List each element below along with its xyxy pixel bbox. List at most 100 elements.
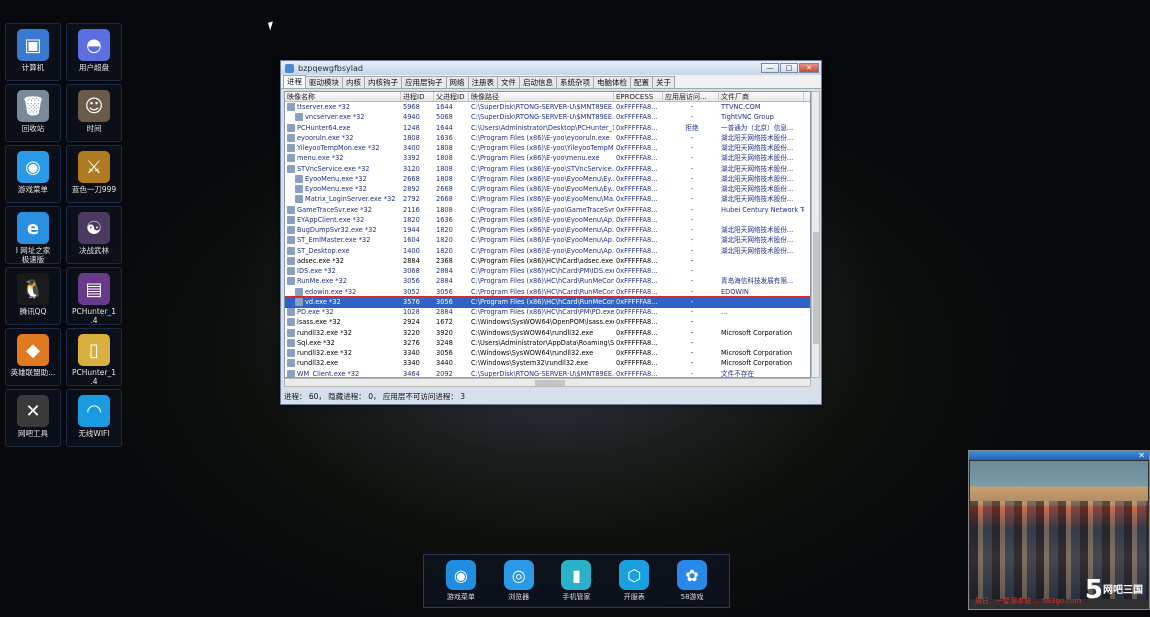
- table-row[interactable]: Sql.exe *32 3276 3248 C:\Users\Administrato…: [285, 338, 810, 348]
- table-row[interactable]: EyooMenu.exe *32 2668 1808 C:\Program Files…: [285, 174, 810, 184]
- table-cell: 0xFFFFFA8...: [616, 246, 658, 255]
- table-cell: 拒绝: [685, 123, 699, 132]
- tab-4[interactable]: 应用层钩子: [401, 76, 447, 88]
- table-row[interactable]: GameTraceSvr.exe *32 2116 1808 C:\Program F…: [285, 205, 810, 215]
- desktop-icon[interactable]: 🐧 腾讯QQ: [5, 267, 61, 325]
- table-row[interactable]: eyooruln.exe *32 1808 1636 C:\Program Files…: [285, 133, 810, 143]
- horizontal-scrollbar[interactable]: [284, 378, 811, 387]
- desktop-icon[interactable]: ▯ PCHunter_1 .4: [66, 328, 122, 386]
- table-row[interactable]: edowin.exe *32 3052 3056 C:\Program Files (…: [285, 287, 810, 297]
- table-row[interactable]: lsass.exe *32 2924 1672 C:\Windows\SysWOW64…: [285, 317, 810, 327]
- table-cell: -: [690, 349, 694, 358]
- process-name: rundll32.exe *32: [297, 328, 352, 337]
- desktop-icon[interactable]: ▣ 计算机: [5, 23, 61, 81]
- desktop-icon[interactable]: ◆ 英雄联盟助...: [5, 328, 61, 386]
- table-row[interactable]: STVncService.exe *32 3120 1808 C:\Program F…: [285, 164, 810, 174]
- table-row[interactable]: vd.exe *32 3576 3056 C:\Program Files (x86)…: [285, 295, 810, 309]
- process-icon: [287, 308, 295, 317]
- process-name: RunMe.exe *32: [297, 277, 347, 286]
- desktop-icon[interactable]: ▤ PCHunter_1 .4: [66, 267, 122, 325]
- desktop-icon[interactable]: ◉ 游戏菜单: [5, 145, 61, 203]
- process-name-cell: EyooMenu.exe *32: [285, 174, 401, 184]
- video-caption: 周日：一星源本站 ... 583go.com: [975, 597, 1082, 605]
- desktop-icon[interactable]: ◓ 用户超盘: [66, 23, 122, 81]
- logo-text: 网吧三国: [1103, 585, 1143, 596]
- table-cell: 0xFFFFFA8...: [616, 205, 658, 214]
- scroll-thumb[interactable]: [535, 380, 565, 386]
- close-button[interactable]: ✕: [799, 63, 819, 73]
- maximize-button[interactable]: □: [780, 63, 798, 73]
- scroll-thumb[interactable]: [813, 232, 819, 344]
- table-row[interactable]: Matrix_LoginServer.exe *32 2792 2668 C:\Pro…: [285, 194, 810, 204]
- minimize-button[interactable]: —: [761, 63, 779, 73]
- desktop-icon[interactable]: 🗑 回收站: [5, 84, 61, 142]
- dock-item[interactable]: ◉ 游戏菜单: [438, 560, 484, 602]
- desktop-icon[interactable]: ✕ 网吧工具: [5, 389, 61, 447]
- desktop-icon[interactable]: ◠ 无线WIFI: [66, 389, 122, 447]
- table-cell: 湖北阳天网络技术股份...: [721, 144, 794, 153]
- tab-2[interactable]: 内核: [342, 76, 365, 88]
- tab-11[interactable]: 配置: [630, 76, 653, 88]
- table-cell: 5968: [403, 103, 420, 112]
- column-header[interactable]: EPROCESS: [614, 92, 663, 101]
- tab-6[interactable]: 注册表: [467, 76, 498, 88]
- process-name-cell: vd.exe *32: [285, 297, 401, 307]
- table-cell: C:\Program Files (x86)\HC\hCard\PM\PD.ex…: [471, 308, 614, 317]
- table-row[interactable]: EyooMenu.exe *32 2892 2668 C:\Program Files…: [285, 184, 810, 194]
- dock-item[interactable]: ✿ 58游戏: [669, 560, 715, 602]
- video-titlebar[interactable]: ✕: [969, 451, 1149, 460]
- table-cell: 0xFFFFFA8...: [616, 287, 658, 296]
- table-row[interactable]: ST_Desktop.exe 1400 1820 C:\Program Files (…: [285, 246, 810, 256]
- winrar-icon: ▤: [78, 273, 110, 305]
- tab-0[interactable]: 进程: [283, 75, 306, 88]
- process-name: Sql.exe *32: [297, 338, 335, 347]
- video-close-button[interactable]: ✕: [1138, 451, 1145, 460]
- column-header[interactable]: 映像路径: [469, 92, 614, 101]
- window-titlebar[interactable]: bzpqewgfbsylad — □ ✕: [281, 61, 821, 75]
- process-icon: [295, 174, 303, 183]
- process-name: edowin.exe *32: [305, 287, 357, 296]
- table-cell: 3220: [403, 328, 420, 337]
- table-row[interactable]: adsec.exe *32 2884 2368 C:\Program Files (x…: [285, 256, 810, 266]
- tab-12[interactable]: 关于: [652, 76, 675, 88]
- table-row[interactable]: EYAppClient.exe *32 1820 1636 C:\Program Fi…: [285, 215, 810, 225]
- tab-9[interactable]: 系统杂项: [556, 76, 594, 88]
- desktop-icon[interactable]: ☺ 时间: [66, 84, 122, 142]
- table-row[interactable]: rundll32.exe 3340 3440 C:\Windows\System32\…: [285, 358, 810, 368]
- table-row[interactable]: ST_EmlMaster.exe *32 1604 1820 C:\Program F…: [285, 235, 810, 245]
- table-row[interactable]: WM_Client.exe *32 3464 2092 C:\SuperDisk\RT…: [285, 369, 810, 377]
- table-row[interactable]: IDS.exe *32 3068 2884 C:\Program Files (x86…: [285, 266, 810, 276]
- table-row[interactable]: menu.exe *32 3392 1808 C:\Program Files (x8…: [285, 153, 810, 163]
- table-cell: 2884: [436, 277, 453, 286]
- column-header[interactable]: 文件厂商: [719, 92, 804, 101]
- tab-1[interactable]: 驱动模块: [305, 76, 343, 88]
- desktop-icon[interactable]: e I 网址之家 极速版: [5, 206, 61, 264]
- table-cell: 0xFFFFFA8...: [616, 338, 658, 347]
- table-row[interactable]: ttserver.exe *32 5968 1644 C:\SuperDisk\RTO…: [285, 102, 810, 112]
- table-row[interactable]: YileyooTempMon.exe *32 3400 1808 C:\Program…: [285, 143, 810, 153]
- column-header[interactable]: 映像名称: [285, 92, 401, 101]
- dock-item[interactable]: ⬡ 开服表: [611, 560, 657, 602]
- table-cell: 2368: [436, 256, 453, 265]
- desktop-icon[interactable]: ☯ 决战武林: [66, 206, 122, 264]
- table-row[interactable]: PD.exe *32 1028 2884 C:\Program Files (x86)…: [285, 307, 810, 317]
- table-row[interactable]: rundll32.exe *32 3340 3056 C:\Windows\SysWO…: [285, 348, 810, 358]
- column-header[interactable]: 应用层访问...: [663, 92, 719, 101]
- table-cell: 0xFFFFFA8...: [616, 318, 658, 327]
- column-header[interactable]: 进程ID: [401, 92, 434, 101]
- table-row[interactable]: PCHunter64.exe 1248 1644 C:\Users\Administr…: [285, 123, 810, 133]
- tab-5[interactable]: 网络: [445, 76, 469, 88]
- dock-item[interactable]: ▮ 手机管家: [553, 560, 599, 602]
- table-row[interactable]: RunMe.exe *32 3056 2884 C:\Program Files (x…: [285, 276, 810, 286]
- table-row[interactable]: BugDumpSvr32.exe *32 1944 1820 C:\Program F…: [285, 225, 810, 235]
- dock-item[interactable]: ◎ 浏览器: [496, 560, 542, 602]
- tab-3[interactable]: 内核钩子: [364, 76, 402, 88]
- tab-10[interactable]: 电脑体检: [593, 76, 631, 88]
- table-row[interactable]: rundll32.exe *32 3220 3920 C:\Windows\SysWO…: [285, 328, 810, 338]
- table-row[interactable]: vncserver.exe *32 4940 5068 C:\SuperDisk\RT…: [285, 112, 810, 122]
- tab-8[interactable]: 启动信息: [519, 76, 557, 88]
- column-header[interactable]: 父进程ID: [434, 92, 469, 101]
- vertical-scrollbar[interactable]: [811, 91, 820, 378]
- desktop-icon[interactable]: ⚔ 蓝色一刀999: [66, 145, 122, 203]
- tab-7[interactable]: 文件: [497, 76, 520, 88]
